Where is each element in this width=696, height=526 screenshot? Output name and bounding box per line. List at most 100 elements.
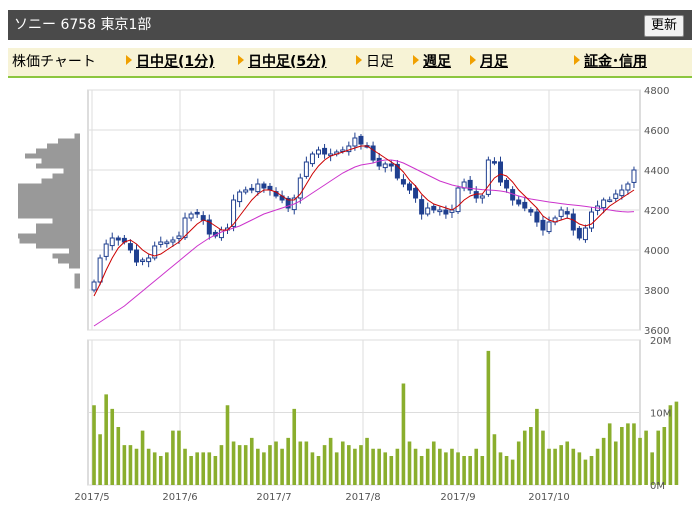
volume-bar <box>510 459 515 485</box>
candle-body <box>170 239 176 243</box>
candle-body <box>109 237 115 247</box>
stock-chart: 3600380040004200440046004800 0M10M20M 20… <box>18 86 679 503</box>
arrow-right-icon <box>574 55 580 65</box>
volume-profile-bar <box>74 283 80 289</box>
arrow-right-icon <box>470 55 476 65</box>
refresh-button[interactable]: 更新 <box>643 15 684 37</box>
volume-bar <box>110 408 115 485</box>
volume-profile-bar <box>36 223 80 229</box>
arrow-right-icon <box>413 55 419 65</box>
tab-daily: 日足 <box>356 53 394 71</box>
price-tick-label: 4200 <box>644 206 669 217</box>
volume-bar <box>268 445 272 485</box>
tab-margin-credit[interactable]: 証金･信用 <box>574 53 647 71</box>
volume-bar <box>468 456 472 485</box>
candle-body <box>115 237 121 241</box>
volume-profile-bar <box>18 213 80 219</box>
candle-body <box>564 211 570 215</box>
volume-bar <box>122 445 127 485</box>
candle-body <box>400 179 406 185</box>
volume-bar <box>128 445 133 485</box>
candle-body <box>431 205 437 211</box>
candlestick <box>485 156 491 197</box>
volume-bar <box>134 448 139 485</box>
volume-profile-bar <box>74 133 80 139</box>
candlestick <box>91 279 97 293</box>
volume-bar <box>613 441 618 485</box>
volume-bar <box>353 448 357 485</box>
tab-monthly[interactable]: 月足 <box>470 53 508 71</box>
volume-bar <box>116 427 121 485</box>
candle-body <box>540 219 546 231</box>
volume-bar <box>626 423 630 485</box>
candle-body <box>103 243 109 257</box>
tab-label: 日中足(1分) <box>136 54 215 70</box>
candle-body <box>176 235 182 239</box>
candle-body <box>140 259 146 262</box>
candle-body <box>631 169 637 183</box>
volume-bar <box>171 430 175 485</box>
tab-weekly[interactable]: 週足 <box>413 53 451 71</box>
volume-bar <box>401 383 406 485</box>
candle-body <box>322 147 328 155</box>
volume-bar <box>207 452 212 485</box>
date-tick-label: 2017/7 <box>256 492 291 503</box>
volume-bar <box>92 405 96 485</box>
candle-body <box>243 189 249 193</box>
price-tick-label: 4800 <box>644 86 669 97</box>
volume-bar <box>158 456 163 485</box>
candle-body <box>382 163 388 169</box>
volume-bar <box>256 448 260 485</box>
volume-bar <box>389 456 394 485</box>
candle-body <box>455 187 461 213</box>
volume-bar <box>359 445 363 485</box>
volume-bar <box>183 448 187 485</box>
candle-body <box>237 191 243 203</box>
candle-body <box>413 187 419 199</box>
candle-body <box>589 211 594 229</box>
price-tick-label: 4400 <box>644 166 669 177</box>
chart-type-tabs: 株価チャート 日中足(1分) 日中足(5分) 日足 週足 月足 証金･信用 <box>8 48 692 78</box>
volume-bar <box>601 437 606 485</box>
volume-bar <box>535 408 539 485</box>
volume-bar <box>292 408 297 485</box>
date-tick-label: 2017/10 <box>528 492 570 503</box>
price-grid <box>87 89 641 331</box>
volume-bar <box>310 452 315 485</box>
tab-intraday-1min[interactable]: 日中足(1分) <box>126 53 215 71</box>
candle-body <box>491 161 497 164</box>
price-tick-label: 4000 <box>644 246 669 257</box>
candle-body <box>194 211 200 215</box>
candle-body <box>576 227 582 239</box>
volume-bar <box>298 441 303 485</box>
candlestick <box>455 185 461 214</box>
volume-bar <box>195 452 199 485</box>
candle-body <box>352 137 358 147</box>
candle-body <box>419 199 425 215</box>
volume-profile-bar <box>36 163 80 169</box>
volume-profile-bar <box>18 188 80 194</box>
volume-bar <box>340 441 345 485</box>
candle-body <box>303 161 309 177</box>
volume-profile-bar <box>36 243 80 249</box>
volume-profile-bar <box>41 178 80 184</box>
volume-bar <box>498 452 503 485</box>
date-axis: 2017/5 2017/6 2017/7 2017/8 2017/9 2017/10 <box>74 492 569 503</box>
volume-bar <box>674 401 679 485</box>
candle-body <box>522 201 528 209</box>
candle-body <box>134 249 139 263</box>
candle-body <box>437 209 443 213</box>
candle-body <box>376 157 382 167</box>
candle-body <box>255 183 261 193</box>
volume-bar <box>316 456 321 485</box>
tab-label: 月足 <box>480 54 508 70</box>
volume-bar <box>462 456 466 485</box>
candle-body <box>158 241 164 245</box>
volume-bar <box>413 448 418 485</box>
tab-label: 証金･信用 <box>584 54 647 70</box>
volume-bar <box>177 430 181 485</box>
candle-body <box>534 211 540 223</box>
volume-bar <box>225 405 230 485</box>
tab-intraday-5min[interactable]: 日中足(5分) <box>238 53 327 71</box>
volume-bar <box>371 448 375 485</box>
